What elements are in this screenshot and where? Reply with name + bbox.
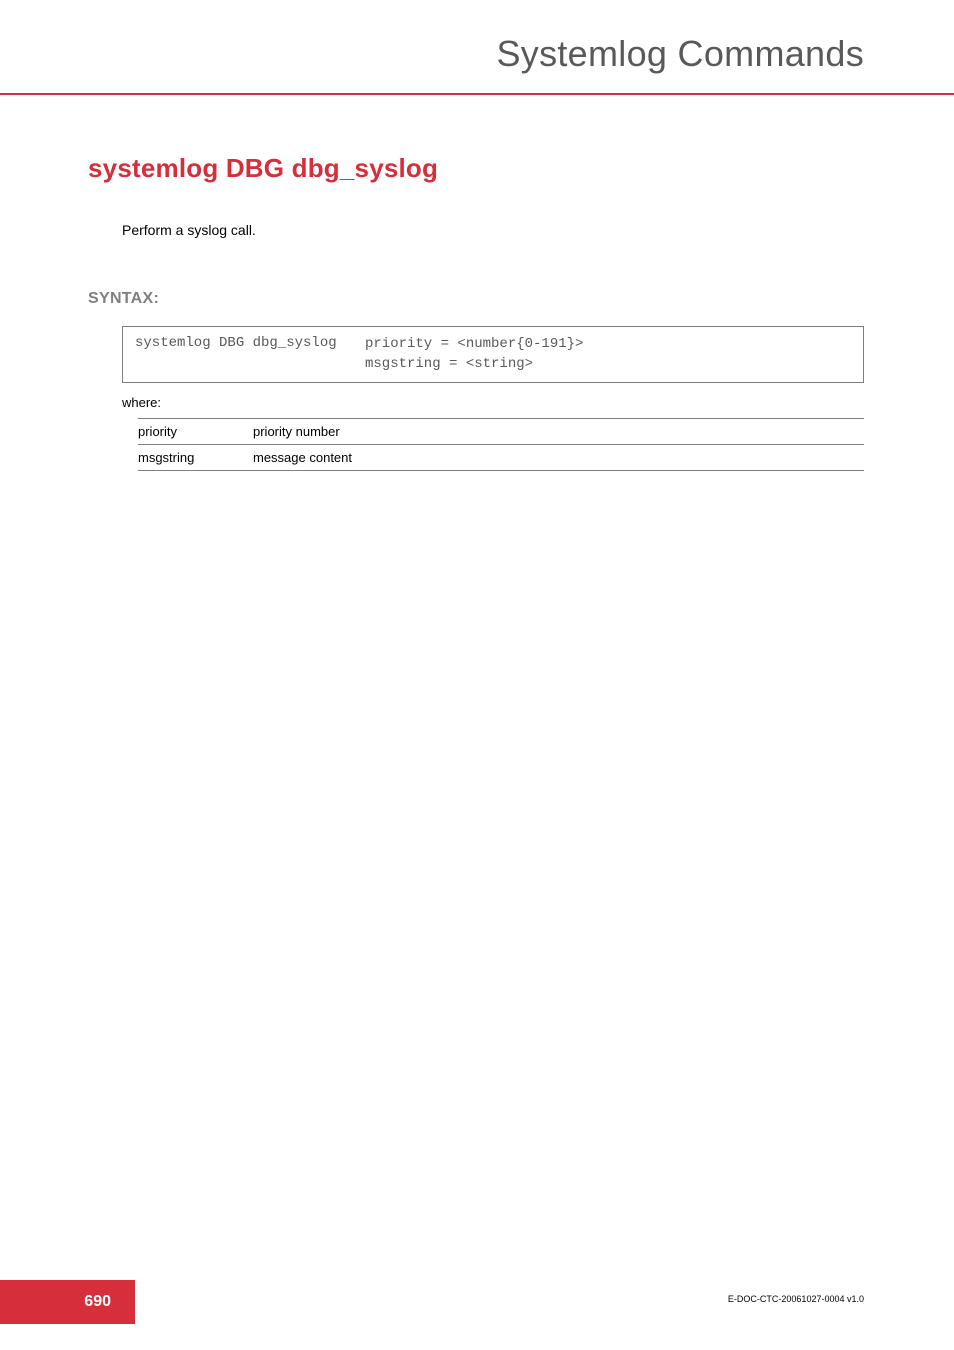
table-row: msgstring message content [138, 445, 864, 471]
command-description: Perform a syslog call. [122, 222, 864, 238]
param-name: msgstring [138, 445, 253, 471]
content-area: systemlog DBG dbg_syslog Perform a syslo… [0, 95, 954, 471]
param-desc: message content [253, 445, 864, 471]
param-name: priority [138, 419, 253, 445]
syntax-command: systemlog DBG dbg_syslog [135, 335, 365, 374]
params-table: priority priority number msgstring messa… [138, 418, 864, 471]
syntax-args: priority = <number{0-191}> msgstring = <… [365, 335, 851, 374]
param-desc: priority number [253, 419, 864, 445]
page-header: Systemlog Commands [0, 0, 954, 95]
page-number-badge: 690 [0, 1280, 135, 1324]
page-number: 690 [84, 1293, 111, 1311]
header-title: Systemlog Commands [496, 33, 864, 75]
table-row: priority priority number [138, 419, 864, 445]
syntax-label: SYNTAX: [88, 290, 864, 308]
footer: 690 E-DOC-CTC-20061027-0004 v1.0 [0, 1280, 954, 1350]
doc-reference: E-DOC-CTC-20061027-0004 v1.0 [728, 1294, 864, 1304]
where-label: where: [122, 395, 864, 410]
syntax-arg: priority = <number{0-191}> [365, 335, 851, 355]
command-title: systemlog DBG dbg_syslog [88, 153, 864, 184]
syntax-arg: msgstring = <string> [365, 355, 851, 375]
syntax-box: systemlog DBG dbg_syslog priority = <num… [122, 326, 864, 383]
syntax-row: systemlog DBG dbg_syslog priority = <num… [135, 335, 851, 374]
